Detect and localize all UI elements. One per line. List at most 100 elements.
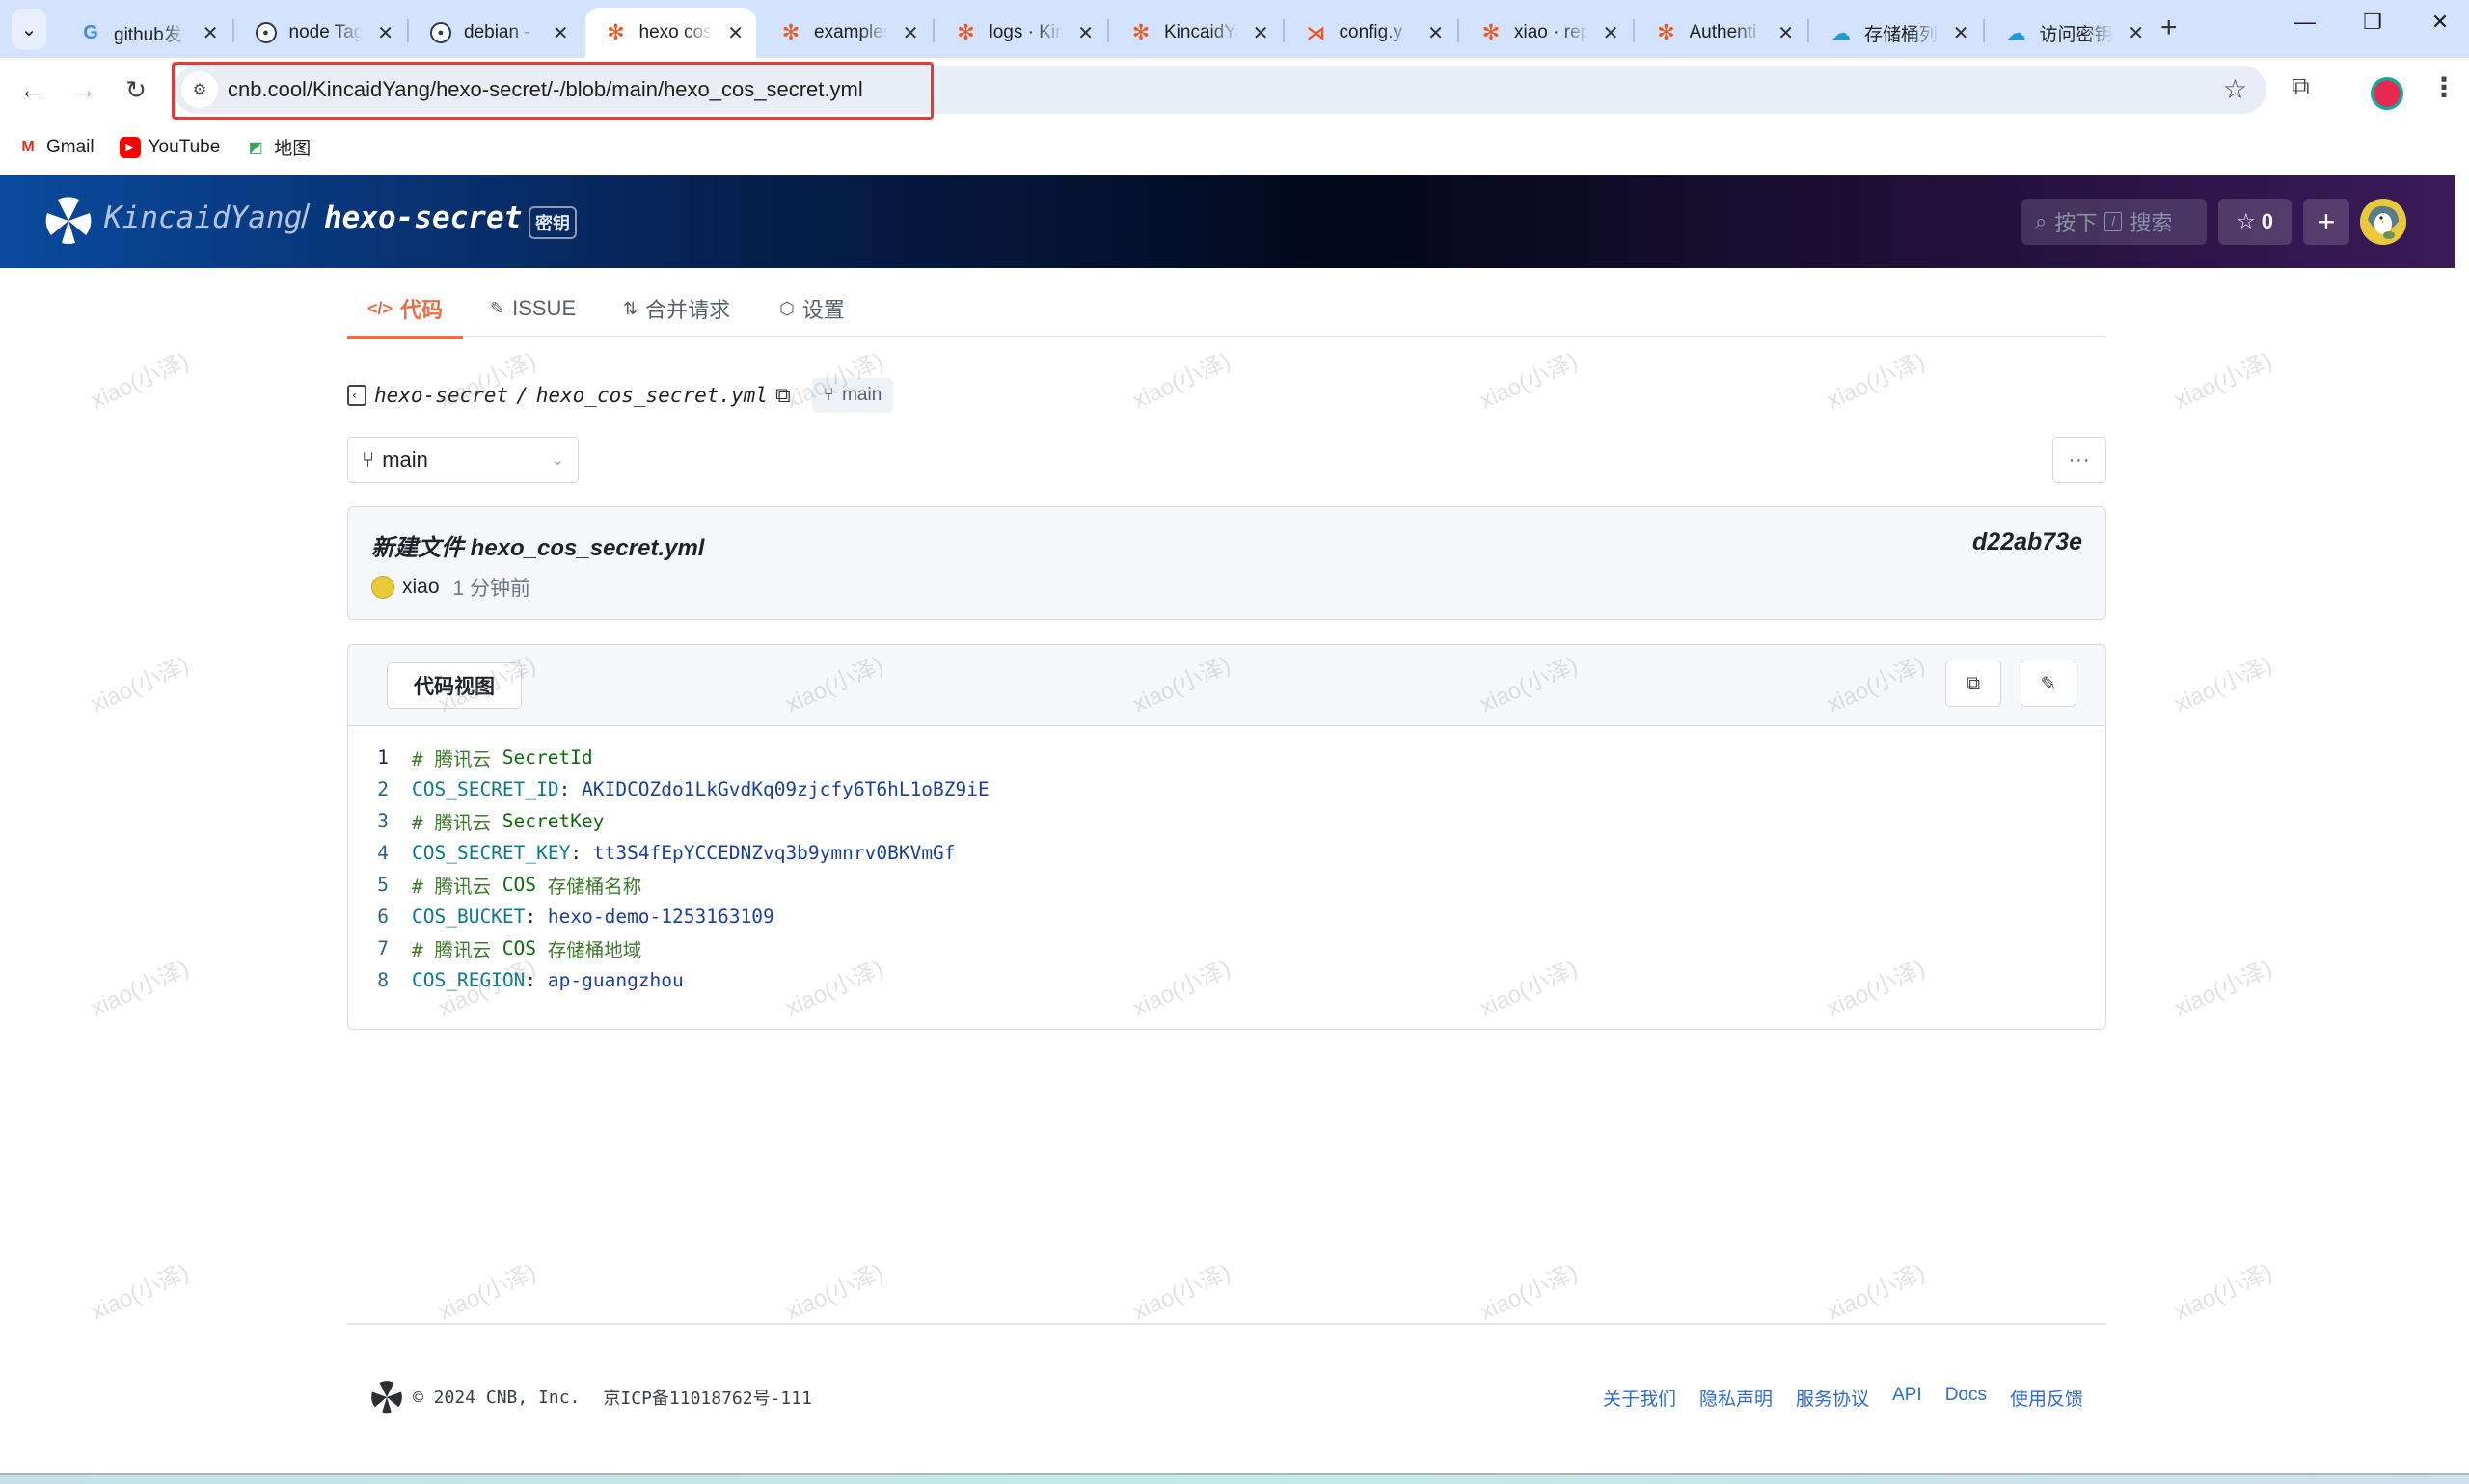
browser-tab[interactable]: ✻ examples ✕ xyxy=(760,8,932,58)
watermark: xiao(小泽) xyxy=(1128,1258,1235,1326)
browser-tab[interactable]: ✻ hexo cos ✕ xyxy=(584,8,756,58)
browser-menu-icon[interactable]: ⋮ xyxy=(2430,71,2457,103)
browser-tab[interactable]: ☁ 存储桶列 ✕ xyxy=(1810,8,1982,58)
restore-button[interactable]: ❐ xyxy=(2353,10,2392,35)
footer-link-terms[interactable]: 服务协议 xyxy=(1796,1385,1869,1411)
star-button[interactable]: ☆ 0 xyxy=(2218,199,2292,245)
code-content[interactable]: 1 # 腾讯云 SecretId 2 COS_SECRET_ID: AKIDCOZdo… xyxy=(348,742,2105,996)
code-line: 2 COS_SECRET_ID: AKIDCOZdo1LkGvdKq09zjcfy… xyxy=(348,773,2105,805)
breadcrumb-separator: / xyxy=(516,384,529,407)
tab-title: Authenti xyxy=(1689,22,1757,42)
browser-tab[interactable]: ● node Tag ✕ xyxy=(235,8,407,58)
close-tab-icon[interactable]: ✕ xyxy=(2127,21,2145,45)
extensions-puzzle-icon[interactable]: ⧉ xyxy=(2292,71,2310,102)
browser-tab[interactable]: ✻ logs · Kin ✕ xyxy=(936,8,1107,58)
commit-message[interactable]: 新建文件 hexo_cos_secret.yml xyxy=(371,528,704,562)
line-number[interactable]: 8 xyxy=(348,969,412,991)
browser-tab[interactable]: ☁ 访问密钥 ✕ xyxy=(1986,8,2157,58)
line-number[interactable]: 5 xyxy=(348,874,412,896)
comment-text: # 腾讯云 xyxy=(412,876,502,898)
line-number[interactable]: 7 xyxy=(348,937,412,959)
browser-tab[interactable]: ✻ KincaidYa ✕ xyxy=(1110,8,1282,58)
browser-tab[interactable]: ⋊ config.y ✕ xyxy=(1286,8,1457,58)
comment-text: # 腾讯云 xyxy=(412,812,502,834)
copy-path-icon[interactable]: ⧉ xyxy=(775,384,791,408)
browser-tab[interactable]: ✻ Authenti ✕ xyxy=(1636,8,1807,58)
yaml-key: COS_REGION xyxy=(412,969,526,991)
watermark: xiao(小泽) xyxy=(87,1258,194,1326)
avatar-image xyxy=(2360,199,2406,245)
watermark: xiao(小泽) xyxy=(87,955,194,1022)
tab-issue[interactable]: ✎ ISSUE xyxy=(490,280,576,337)
watermark: xiao(小泽) xyxy=(1128,347,1235,415)
commit-sha[interactable]: d22ab73e xyxy=(1972,528,2082,556)
new-tab-button[interactable]: + xyxy=(2160,12,2178,44)
user-avatar[interactable] xyxy=(2360,199,2406,245)
branch-select[interactable]: ⑂ main ⌄ xyxy=(347,437,579,483)
bookmark-gmail[interactable]: M Gmail xyxy=(17,137,94,158)
more-actions-button[interactable]: ··· xyxy=(2052,437,2106,483)
line-number[interactable]: 1 xyxy=(348,746,412,769)
repo-name-link[interactable]: hexo-secret xyxy=(324,201,522,235)
bookmark-maps[interactable]: ◩ 地图 xyxy=(245,134,312,160)
tab-search-button[interactable]: ⌄ xyxy=(12,9,46,49)
footer-link-about[interactable]: 关于我们 xyxy=(1603,1385,1676,1411)
tab-code[interactable]: </> 代码 xyxy=(347,280,463,339)
bookmark-youtube[interactable]: ▶ YouTube xyxy=(119,136,220,158)
line-number[interactable]: 6 xyxy=(348,905,412,928)
watermark: xiao(小泽) xyxy=(87,347,194,415)
cnb-icon: ✻ xyxy=(1657,20,1675,44)
tab-pull-requests[interactable]: ⇅ 合并请求 xyxy=(623,280,730,337)
tab-title: hexo cos xyxy=(638,22,713,42)
close-tab-icon[interactable]: ✕ xyxy=(726,21,745,45)
repo-owner-link[interactable]: KincaidYang xyxy=(104,201,302,235)
footer-link-feedback[interactable]: 使用反馈 xyxy=(2010,1385,2083,1411)
code-view-button[interactable]: 代码视图 xyxy=(387,662,522,709)
tab-separator xyxy=(407,19,409,42)
tab-label: 合并请求 xyxy=(645,298,731,322)
footer-link-api[interactable]: API xyxy=(1892,1385,1922,1411)
search-label: 搜索 xyxy=(2130,211,2173,235)
line-number[interactable]: 2 xyxy=(348,778,412,800)
minimize-button[interactable]: — xyxy=(2286,10,2324,35)
line-number[interactable]: 4 xyxy=(348,842,412,864)
close-tab-icon[interactable]: ✕ xyxy=(1252,21,1270,45)
icp-link[interactable]: 京ICP备11018762号-111 xyxy=(603,1385,812,1410)
tab-separator xyxy=(231,19,234,42)
author-avatar[interactable] xyxy=(371,576,394,599)
profile-avatar[interactable] xyxy=(2371,77,2403,110)
bookmark-star-icon[interactable]: ☆ xyxy=(2223,73,2247,105)
footer-link-privacy[interactable]: 隐私声明 xyxy=(1699,1385,1773,1411)
close-tab-icon[interactable]: ✕ xyxy=(1076,21,1095,45)
line-number[interactable]: 3 xyxy=(348,810,412,832)
forward-button[interactable]: → xyxy=(66,71,102,108)
close-tab-icon[interactable]: ✕ xyxy=(552,21,570,45)
cnb-logo-icon[interactable] xyxy=(44,197,93,245)
sidebar-toggle-icon[interactable]: ‹ xyxy=(347,385,366,406)
breadcrumb-repo-link[interactable]: hexo-secret xyxy=(374,384,508,407)
footer-link-docs[interactable]: Docs xyxy=(1945,1385,1987,1411)
close-tab-icon[interactable]: ✕ xyxy=(1426,21,1445,45)
tab-settings[interactable]: ⬡ 设置 xyxy=(779,280,845,337)
close-tab-icon[interactable]: ✕ xyxy=(1777,21,1795,45)
browser-tab[interactable]: ● debian - ✕ xyxy=(410,8,582,58)
commit-author[interactable]: xiao xyxy=(402,576,440,599)
url-highlight-box xyxy=(172,62,934,120)
create-new-button[interactable]: + xyxy=(2303,199,2349,245)
close-tab-icon[interactable]: ✕ xyxy=(1602,21,1620,45)
search-icon: ⌕ xyxy=(2035,209,2048,233)
copy-file-button[interactable]: ⧉ xyxy=(1945,661,2001,707)
close-tab-icon[interactable]: ✕ xyxy=(376,21,394,45)
tab-title: KincaidYa xyxy=(1164,22,1238,42)
close-tab-icon[interactable]: ✕ xyxy=(902,21,920,45)
reload-button[interactable]: ↻ xyxy=(118,71,154,108)
close-tab-icon[interactable]: ✕ xyxy=(1952,21,1970,45)
back-button[interactable]: ← xyxy=(14,71,50,108)
close-tab-icon[interactable]: ✕ xyxy=(202,21,220,45)
close-window-button[interactable]: ✕ xyxy=(2421,10,2459,35)
browser-tab[interactable]: ✻ xiao · rep ✕ xyxy=(1460,8,1632,58)
edit-file-button[interactable]: ✎ xyxy=(2021,661,2076,707)
browser-tab[interactable]: Ggithub发 ✕ xyxy=(60,8,231,58)
cnb-icon: ✻ xyxy=(1131,20,1151,44)
global-search-button[interactable]: ⌕ 按下 / 搜索 xyxy=(2021,199,2207,245)
